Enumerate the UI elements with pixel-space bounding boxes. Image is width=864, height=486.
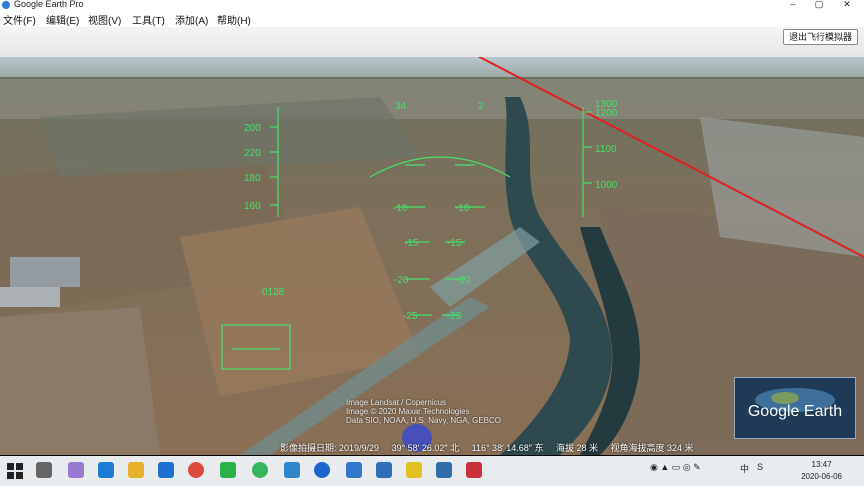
pitch-label-m25-left: -25 [403,311,418,322]
pitch-label-m20-right: -20 [456,275,471,286]
imagery-copyright: Image Landsat / Copernicus Image © 2020 … [346,398,501,425]
tray-icons[interactable]: ◉ ▲ ▭ ◎ ✎ [650,462,701,473]
altitude-tick-3: 1100 [595,144,617,155]
menu-tools[interactable]: 工具(T) [132,12,165,27]
title-bar: Google Earth Pro – ▢ ✕ [0,0,864,10]
latitude-readout: 39° 58′ 26.02″ 北 [391,443,460,453]
pitch-label-m10-left: -10 [393,203,408,214]
edge-icon[interactable] [98,462,114,478]
app-icon-5[interactable] [346,462,362,478]
airspeed-tick-3: 180 [244,173,261,184]
pitch-label-m25-right: -25 [447,311,462,322]
altitude-tick-2: 1200 [595,108,618,119]
chrome-icon[interactable] [188,462,204,478]
menu-view[interactable]: 视图(V) [88,12,121,27]
menu-bar: 文件(F) 编辑(E) 视图(V) 工具(T) 添加(A) 帮助(H) [0,10,864,27]
google-earth-task-icon[interactable] [436,462,452,478]
vertical-speed-readout: 0128 [262,287,285,298]
google-earth-logo: Google Earth [734,377,856,439]
pitch-label-m15-right: -15 [447,238,462,249]
longitude-readout: 116° 38′ 14.68″ 东 [471,443,544,453]
imagery-date: 影像拍摄日期: 2019/9/29 [280,443,380,453]
elevation-readout: 海拔 28 米 [555,443,598,453]
google-earth-icon [2,1,10,9]
wechat-icon[interactable] [220,462,236,478]
task-view-icon[interactable] [36,462,52,478]
heading-tick-1: 34 [395,101,407,112]
airspeed-tick-2: 220 [244,148,261,159]
pitch-label-m10-right: -10 [455,203,470,214]
windows-taskbar: ◉ ▲ ▭ ◎ ✎ 中 S 13:47 2020-06-06 [0,456,864,486]
windows-start-icon[interactable] [4,460,26,482]
menu-file[interactable]: 文件(F) [3,12,36,27]
app-icon-2[interactable] [252,462,268,478]
menu-help[interactable]: 帮助(H) [217,12,251,27]
pitch-label-m20-left: -20 [394,275,409,286]
heading-tick-2: 2 [478,101,484,112]
menu-add[interactable]: 添加(A) [175,12,208,27]
ime-icon[interactable]: S [757,462,763,472]
file-explorer-icon[interactable] [128,462,144,478]
app-icon-6[interactable] [376,462,392,478]
minimize-button[interactable]: – [780,0,806,10]
ie-icon[interactable] [158,462,174,478]
close-button[interactable]: ✕ [834,0,860,10]
toolbar: 退出飞行模拟器 [0,27,864,58]
system-clock[interactable]: 13:47 2020-06-06 [801,459,842,483]
altitude-tick-4: 1000 [595,180,618,191]
app-icon-4[interactable] [314,462,330,478]
app-icon-3[interactable] [284,462,300,478]
menu-edit[interactable]: 编辑(E) [46,12,79,27]
app-icon-7[interactable] [406,462,422,478]
exit-flight-simulator-button[interactable]: 退出飞行模拟器 [782,29,858,45]
airspeed-tick-1: 200 [244,123,261,134]
restore-button[interactable]: ▢ [806,0,832,10]
app-icon-8[interactable] [466,462,482,478]
status-bar: 影像拍摄日期: 2019/9/29 39° 58′ 26.02″ 北 116° … [280,441,704,454]
eye-altitude-readout: 视角海拔高度 324 米 [610,443,694,453]
airspeed-tick-4: 160 [244,201,261,212]
pitch-label-m15-left: -15 [404,238,419,249]
app-icon-1[interactable] [68,462,84,478]
window-title: Google Earth Pro [14,0,84,9]
input-language[interactable]: 中 [740,462,749,475]
